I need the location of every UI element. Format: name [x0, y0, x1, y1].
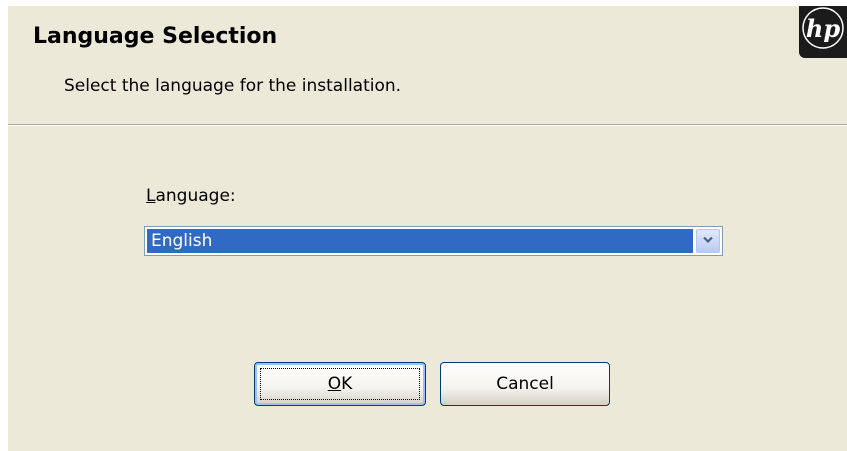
page-subtitle: Select the language for the installation… — [64, 76, 402, 96]
dropdown-button[interactable] — [696, 229, 720, 253]
hp-logo: hp — [799, 6, 847, 58]
ok-button-label: OK — [328, 374, 353, 394]
cancel-button[interactable]: Cancel — [440, 362, 610, 406]
language-label: Language: — [146, 186, 236, 206]
ok-button-label-rest: K — [341, 374, 353, 394]
ok-button-mnemonic: O — [327, 374, 342, 394]
chevron-down-icon — [703, 236, 713, 244]
cancel-button-label: Cancel — [496, 374, 554, 394]
ok-button[interactable]: OK — [254, 362, 426, 406]
hp-logo-text: hp — [806, 14, 840, 43]
language-dropdown[interactable]: English — [144, 226, 723, 256]
header-divider — [8, 124, 847, 126]
page-title: Language Selection — [33, 24, 278, 49]
dialog-header: Language Selection Select the language f… — [8, 6, 847, 124]
language-label-text: anguage: — [155, 186, 236, 206]
hp-logo-icon: hp — [802, 7, 844, 49]
language-selection-dialog: Language Selection Select the language f… — [8, 6, 847, 451]
language-dropdown-value: English — [147, 229, 693, 253]
